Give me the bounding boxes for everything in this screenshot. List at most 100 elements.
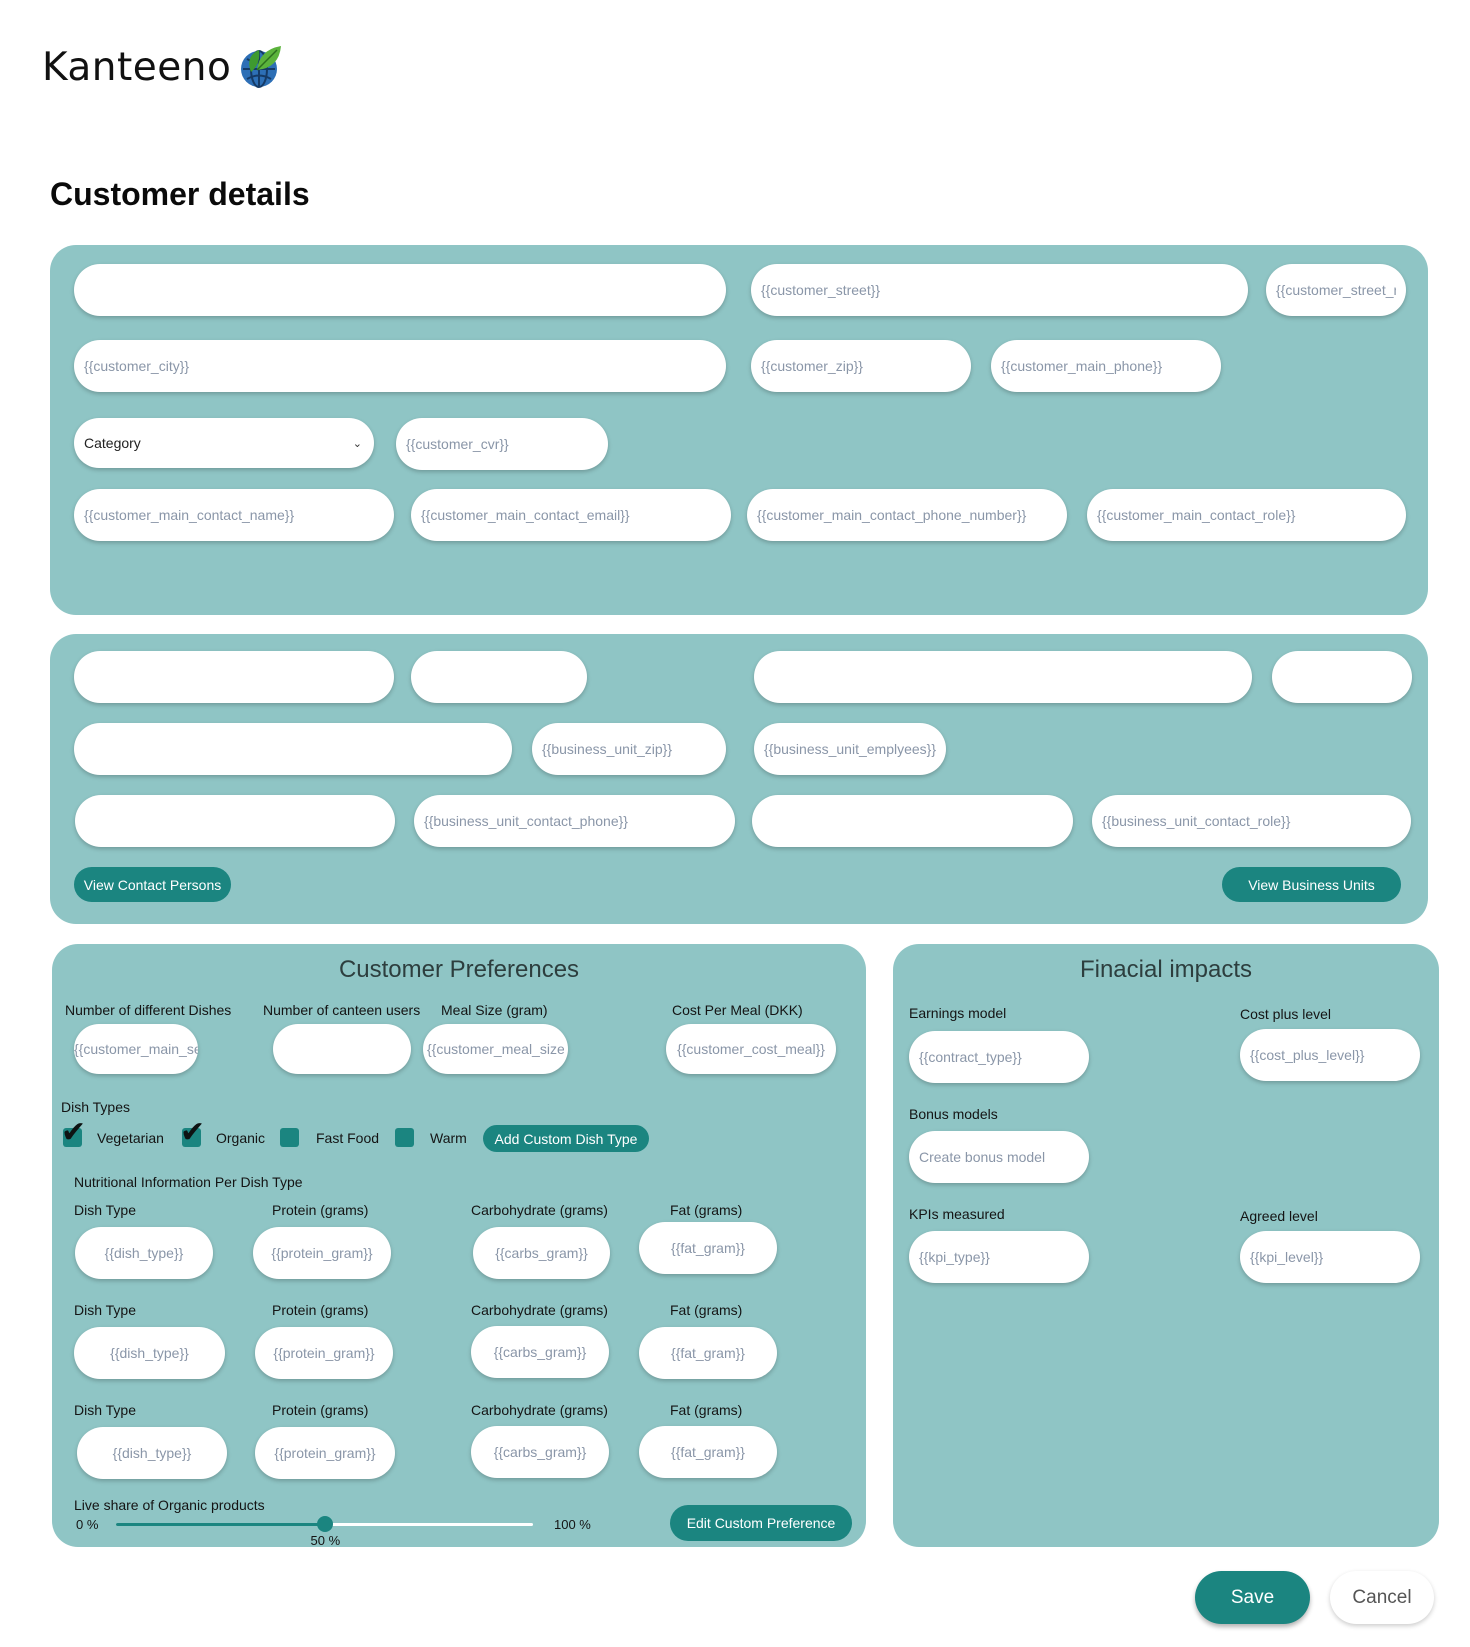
kpis-measured-label: KPIs measured — [909, 1206, 1005, 1222]
checkmark-icon: ✔ — [180, 1115, 206, 1150]
business-unit-employees-field[interactable] — [754, 723, 946, 775]
financial-title: Finacial impacts — [1079, 956, 1253, 983]
kpi-type-field[interactable] — [909, 1231, 1089, 1283]
cost-per-meal-field[interactable] — [666, 1024, 836, 1074]
customer-name-field[interactable] — [74, 264, 726, 316]
view-contact-persons-button[interactable]: View Contact Persons — [74, 867, 231, 902]
organic-checkbox[interactable]: ✔ — [180, 1118, 205, 1148]
business-unit-contact-phone-field[interactable] — [414, 795, 735, 847]
dishes-count-field[interactable] — [74, 1024, 198, 1074]
cancel-button[interactable]: Cancel — [1330, 1571, 1434, 1624]
cost-plus-level-field[interactable] — [1240, 1029, 1420, 1081]
category-select-label: Category — [84, 435, 141, 451]
protein-header: Protein (grams) — [272, 1302, 369, 1318]
business-unit-city-field[interactable] — [74, 723, 512, 775]
meal-size-field[interactable] — [423, 1024, 568, 1074]
earnings-model-label: Earnings model — [909, 1005, 1007, 1021]
customer-main-phone-field[interactable] — [991, 340, 1221, 392]
protein-field[interactable] — [255, 1427, 395, 1479]
carbs-field[interactable] — [471, 1326, 609, 1378]
fat-field[interactable] — [639, 1327, 777, 1379]
business-unit-zip-field[interactable] — [532, 723, 726, 775]
organic-share-slider-fill — [116, 1523, 325, 1526]
customer-contact-role-field[interactable] — [1087, 489, 1406, 541]
save-button[interactable]: Save — [1195, 1571, 1310, 1624]
canteen-users-label: Number of canteen users — [263, 1002, 421, 1018]
brand-name: Kanteeno — [42, 44, 232, 90]
dish-type-field[interactable] — [77, 1427, 227, 1479]
edit-custom-preference-button[interactable]: Edit Custom Preference — [670, 1505, 852, 1541]
customer-street-number-field[interactable] — [1266, 264, 1406, 316]
carbohydrate-header: Carbohydrate (grams) — [471, 1402, 608, 1418]
business-unit-panel: View Contact Persons View Business Units — [50, 634, 1428, 924]
chevron-down-icon: ⌄ — [352, 437, 362, 450]
organic-label: Organic — [216, 1130, 266, 1146]
dish-type-field[interactable] — [75, 1227, 213, 1279]
customer-street-field[interactable] — [751, 264, 1248, 316]
carbohydrate-header: Carbohydrate (grams) — [471, 1202, 608, 1218]
organic-share-label: Live share of Organic products — [74, 1497, 265, 1513]
customer-contact-name-field[interactable] — [74, 489, 394, 541]
cost-per-meal-label: Cost Per Meal (DKK) — [672, 1002, 803, 1018]
business-unit-street-number-field[interactable] — [1272, 651, 1412, 703]
warm-checkbox[interactable] — [395, 1128, 414, 1147]
business-unit-contact-email-field[interactable] — [752, 795, 1073, 847]
dish-type-field[interactable] — [74, 1327, 225, 1379]
business-unit-contact-role-field[interactable] — [1092, 795, 1411, 847]
carbs-field[interactable] — [471, 1426, 609, 1478]
dishes-count-label: Number of different Dishes — [65, 1002, 232, 1018]
vegetarian-label: Vegetarian — [97, 1130, 164, 1146]
globe-leaf-icon — [241, 46, 282, 88]
page-title: Customer details — [50, 176, 310, 212]
dish-type-header: Dish Type — [74, 1302, 136, 1318]
slider-max-label: 100 % — [554, 1517, 591, 1532]
customer-zip-field[interactable] — [751, 340, 971, 392]
protein-header: Protein (grams) — [272, 1402, 369, 1418]
customer-info-panel: Category ⌄ — [50, 245, 1428, 615]
add-custom-dish-type-button[interactable]: Add Custom Dish Type — [483, 1125, 649, 1152]
fat-field[interactable] — [639, 1426, 777, 1478]
organic-share-slider-thumb[interactable] — [316, 1516, 333, 1532]
dish-type-header: Dish Type — [74, 1202, 136, 1218]
agreed-level-label: Agreed level — [1240, 1208, 1318, 1224]
fat-header: Fat (grams) — [670, 1202, 743, 1218]
category-select[interactable]: Category ⌄ — [74, 418, 374, 468]
financial-impacts-panel: Finacial impacts Earnings model Cost plu… — [893, 944, 1439, 1547]
business-unit-street-field[interactable] — [754, 651, 1252, 703]
fast-food-checkbox[interactable] — [280, 1128, 299, 1147]
fat-header: Fat (grams) — [670, 1302, 743, 1318]
bonus-models-label: Bonus models — [909, 1106, 998, 1122]
fast-food-label: Fast Food — [316, 1130, 380, 1146]
view-business-units-button[interactable]: View Business Units — [1222, 867, 1401, 902]
kpi-level-field[interactable] — [1240, 1231, 1420, 1283]
business-unit-name-field[interactable] — [74, 651, 394, 703]
earnings-model-field[interactable] — [909, 1031, 1089, 1083]
slider-value-label: 50 % — [310, 1533, 341, 1548]
carbs-field[interactable] — [473, 1227, 610, 1279]
dish-types-label: Dish Types — [61, 1099, 130, 1115]
bonus-model-field[interactable] — [909, 1131, 1089, 1183]
dish-type-header: Dish Type — [74, 1402, 136, 1418]
meal-size-label: Meal Size (gram) — [441, 1002, 548, 1018]
slider-min-label: 0 % — [76, 1517, 99, 1532]
fat-header: Fat (grams) — [670, 1402, 743, 1418]
business-unit-code-field[interactable] — [411, 651, 587, 703]
protein-header: Protein (grams) — [272, 1202, 369, 1218]
customer-city-field[interactable] — [74, 340, 726, 392]
vegetarian-checkbox[interactable]: ✔ — [61, 1118, 86, 1148]
nutrition-title: Nutritional Information Per Dish Type — [74, 1174, 303, 1190]
customer-preferences-panel: Customer Preferences Number of different… — [52, 944, 866, 1548]
fat-field[interactable] — [639, 1222, 777, 1274]
customer-cvr-field[interactable] — [396, 418, 608, 470]
canteen-users-field[interactable] — [273, 1024, 411, 1074]
customer-contact-email-field[interactable] — [411, 489, 731, 541]
preferences-title: Customer Preferences — [338, 956, 580, 983]
carbohydrate-header: Carbohydrate (grams) — [471, 1302, 608, 1318]
business-unit-contact-name-field[interactable] — [75, 795, 395, 847]
protein-field[interactable] — [255, 1327, 393, 1379]
warm-label: Warm — [430, 1130, 467, 1146]
cost-plus-level-label: Cost plus level — [1240, 1006, 1332, 1022]
brand-logo: Kanteeno — [42, 42, 283, 92]
customer-contact-phone-field[interactable] — [747, 489, 1067, 541]
protein-field[interactable] — [253, 1227, 391, 1279]
